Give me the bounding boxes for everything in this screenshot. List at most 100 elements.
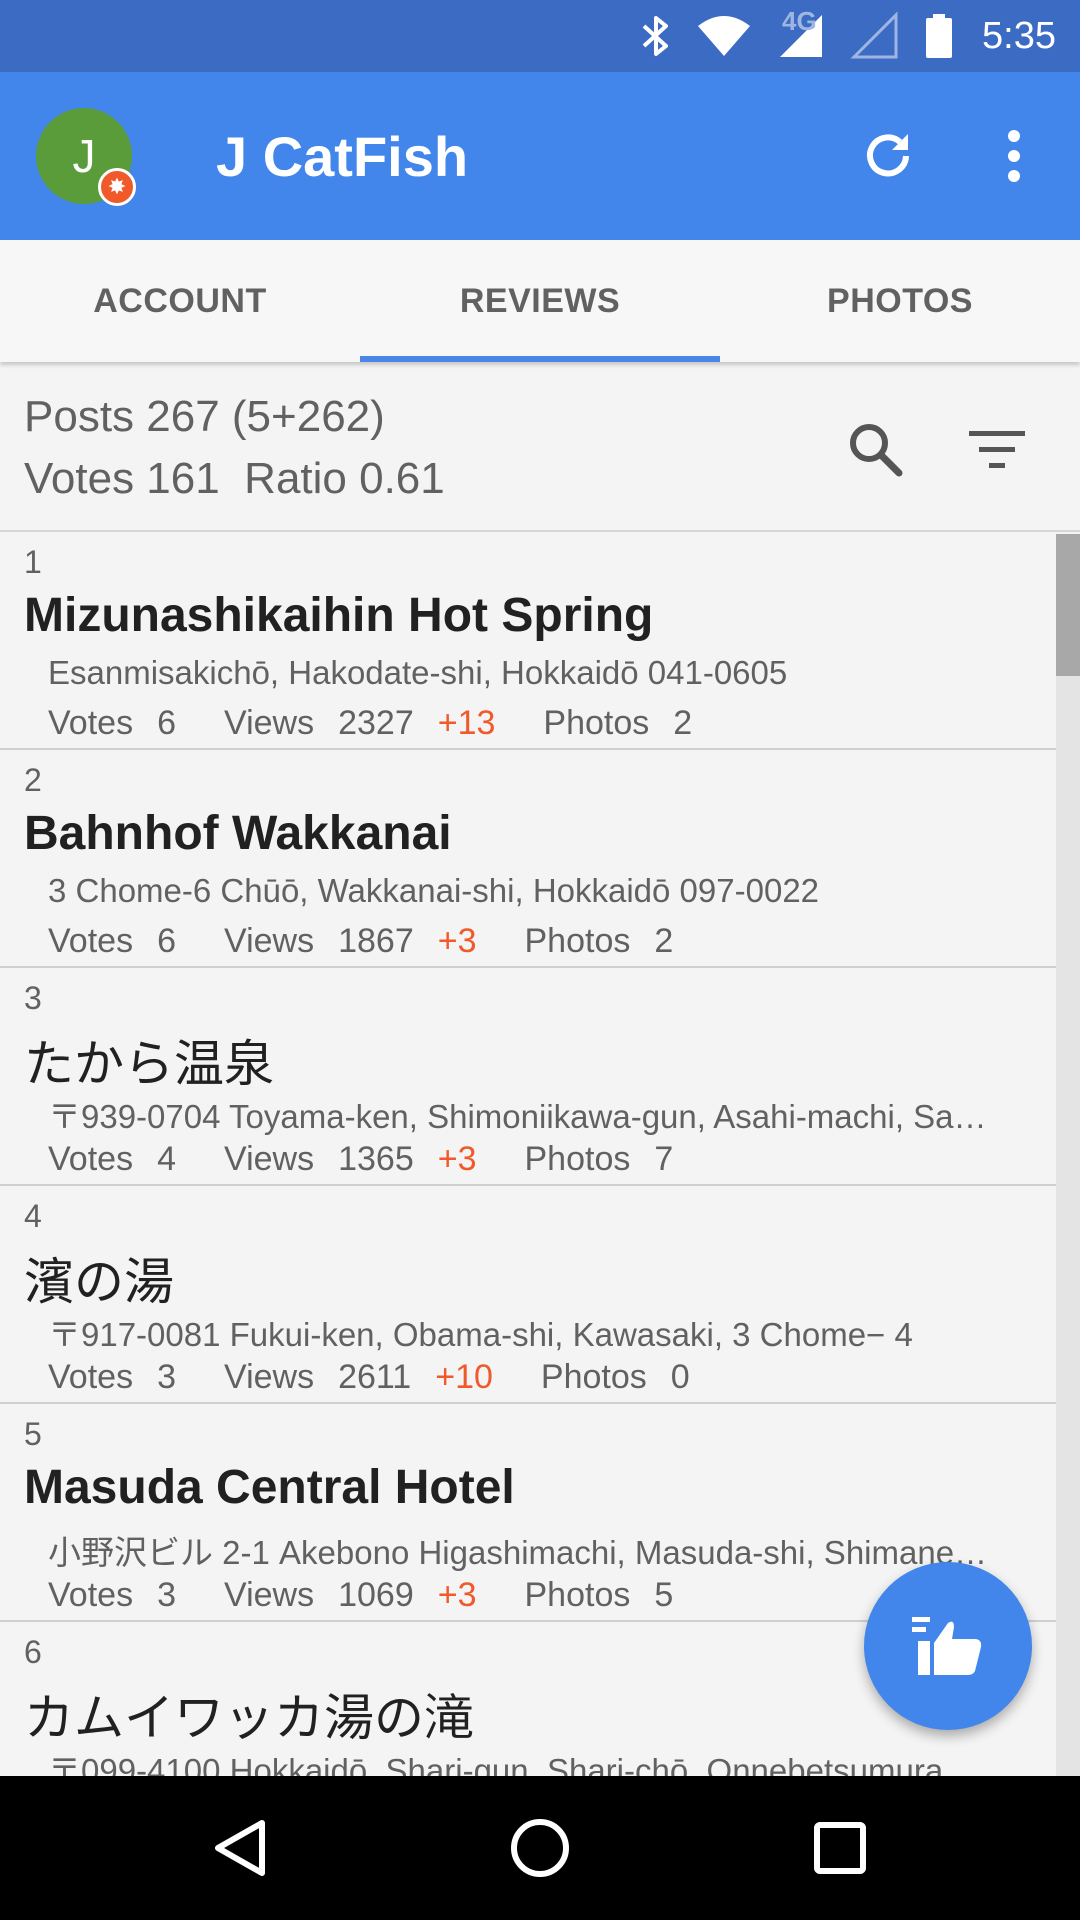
photos-value: 5	[654, 1576, 674, 1614]
status-bar: 4G 5:35	[0, 0, 1080, 72]
item-name: Mizunashikaihin Hot Spring	[24, 589, 654, 642]
refresh-icon	[867, 134, 909, 177]
tab-bar: ACCOUNT REVIEWS PHOTOS	[0, 240, 1080, 362]
views-delta: +13	[437, 704, 496, 742]
level-badge-icon: ✸	[98, 168, 136, 206]
votes-label: Votes	[48, 1358, 134, 1396]
views-value: 1069	[338, 1576, 414, 1614]
votes-value: 4	[157, 1140, 176, 1178]
item-name: カムイワッカ湯の滝	[24, 1690, 474, 1746]
item-address: Esanmisakichō, Hakodate-shi, Hokkaidō 04…	[48, 654, 788, 691]
photos-value: 2	[654, 922, 674, 960]
tab-photos[interactable]: PHOTOS	[720, 240, 1080, 362]
views-label: Views	[224, 922, 315, 960]
photos-value: 0	[670, 1358, 690, 1396]
home-circle-icon	[511, 1819, 569, 1877]
views-value: 2327	[338, 704, 414, 742]
item-rank: 1	[24, 544, 42, 580]
photos-label: Photos	[543, 704, 650, 742]
refresh-button[interactable]	[852, 120, 924, 192]
item-address: 〒099-4100 Hokkaidō, Shari-gun, Shari-chō…	[48, 1752, 944, 1776]
photos-value: 2	[673, 704, 693, 742]
reviews-summary: Posts 267 (5+262) Votes 161 Ratio 0.61	[0, 362, 1080, 532]
item-address: 〒939-0704 Toyama-ken, Shimoniikawa-gun, …	[48, 1098, 987, 1135]
back-triangle-icon	[215, 1820, 265, 1876]
item-rank: 4	[24, 1198, 42, 1234]
votes-value: 6	[157, 922, 176, 960]
status-time: 5:35	[982, 14, 1056, 57]
photos-label: Photos	[524, 1576, 631, 1614]
app-bar: J ✸ J CatFish	[0, 72, 1080, 240]
views-delta: +10	[435, 1358, 493, 1396]
filter-list-icon	[969, 431, 1025, 468]
more-vert-icon	[1008, 130, 1020, 182]
system-nav-bar	[0, 1776, 1080, 1920]
views-label: Views	[224, 704, 315, 742]
search-button[interactable]	[842, 416, 908, 482]
views-delta: +3	[437, 922, 477, 960]
votes-value: 6	[157, 704, 176, 742]
list-item[interactable]: 2 Bahnhof Wakkanai 3 Chome-6 Chūō, Wakka…	[0, 750, 1080, 968]
battery-icon	[924, 0, 954, 72]
item-rank: 2	[24, 762, 42, 798]
posts-count: Posts 267 (5+262)	[24, 392, 385, 441]
item-name: 濱の湯	[24, 1254, 174, 1310]
votes-value: 3	[157, 1576, 176, 1614]
rate-fab-button[interactable]	[864, 1562, 1032, 1730]
back-button[interactable]	[200, 1808, 280, 1888]
list-item[interactable]: 3 たから温泉 〒939-0704 Toyama-ken, Shimoniika…	[0, 968, 1080, 1186]
avatar-letter: J	[72, 130, 96, 182]
votes-label: Votes	[48, 1576, 134, 1614]
item-stats: Votes 3 Views 1069 +3 Photos 5	[48, 1576, 697, 1615]
views-delta: +3	[437, 1576, 477, 1614]
avatar[interactable]: J ✸	[36, 108, 136, 206]
views-value: 2611	[338, 1358, 412, 1396]
item-name: たから温泉	[24, 1036, 274, 1092]
filter-button[interactable]	[962, 416, 1032, 482]
scrollbar-thumb[interactable]	[1056, 534, 1080, 676]
item-rank: 6	[24, 1634, 42, 1670]
search-icon	[850, 424, 903, 477]
recents-button[interactable]	[800, 1808, 880, 1888]
votes-value: 3	[157, 1358, 176, 1396]
item-stats: Votes 6 Views 2327 +13 Photos 2	[48, 704, 716, 743]
photos-value: 7	[654, 1140, 674, 1178]
recents-square-icon	[814, 1822, 866, 1874]
item-stats: Votes 6 Views 1867 +3 Photos 2	[48, 922, 697, 961]
scrollbar-track[interactable]	[1056, 534, 1080, 1776]
votes-ratio: Votes 161 Ratio 0.61	[24, 454, 445, 503]
votes-label: Votes	[48, 922, 134, 960]
views-label: Views	[224, 1140, 315, 1178]
views-delta: +3	[437, 1140, 477, 1178]
cell-signal-empty-icon	[850, 0, 900, 72]
cell-signal-4g-icon: 4G	[776, 0, 826, 72]
votes-label: Votes	[48, 704, 134, 742]
views-label: Views	[224, 1576, 315, 1614]
photos-label: Photos	[524, 922, 631, 960]
views-value: 1867	[338, 922, 414, 960]
item-rank: 5	[24, 1416, 42, 1452]
page-title: J CatFish	[216, 125, 469, 188]
home-button[interactable]	[500, 1808, 580, 1888]
wifi-icon	[696, 0, 752, 72]
views-value: 1365	[338, 1140, 414, 1178]
views-label: Views	[224, 1358, 315, 1396]
tab-reviews[interactable]: REVIEWS	[360, 240, 720, 362]
tab-account[interactable]: ACCOUNT	[0, 240, 360, 362]
photos-label: Photos	[540, 1358, 647, 1396]
item-address: 3 Chome-6 Chūō, Wakkanai-shi, Hokkaidō 0…	[48, 872, 820, 909]
thumbs-up-list-icon	[912, 1617, 982, 1675]
item-name: Masuda Central Hotel	[24, 1461, 515, 1514]
item-address: 〒917-0081 Fukui-ken, Obama-shi, Kawasaki…	[48, 1316, 913, 1353]
item-stats: Votes 3 Views 2611 +10 Photos 0	[48, 1358, 714, 1397]
item-name: Bahnhof Wakkanai	[24, 807, 452, 860]
list-item[interactable]: 1 Mizunashikaihin Hot Spring Esanmisakic…	[0, 532, 1080, 750]
list-item[interactable]: 4 濱の湯 〒917-0081 Fukui-ken, Obama-shi, Ka…	[0, 1186, 1080, 1404]
item-address: 小野沢ビル 2-1 Akebono Higashimachi, Masuda-s…	[48, 1534, 988, 1571]
photos-label: Photos	[524, 1140, 631, 1178]
item-stats: Votes 4 Views 1365 +3 Photos 7	[48, 1140, 697, 1179]
item-rank: 3	[24, 980, 42, 1016]
more-options-button[interactable]	[978, 120, 1050, 192]
votes-label: Votes	[48, 1140, 134, 1178]
bluetooth-icon	[640, 0, 672, 72]
